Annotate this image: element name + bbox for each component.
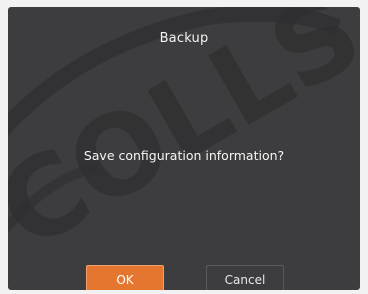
cancel-button[interactable]: Cancel [206, 265, 284, 290]
dialog-message: Save configuration information? [83, 148, 285, 163]
ok-button[interactable]: OK [86, 265, 164, 290]
screen-background: COLLSAN Backup Save configuration inform… [0, 0, 368, 294]
watermark-text: COLLSAN [8, 7, 360, 275]
backup-dialog: COLLSAN Backup Save configuration inform… [8, 7, 360, 290]
dialog-title: Backup [159, 31, 209, 46]
